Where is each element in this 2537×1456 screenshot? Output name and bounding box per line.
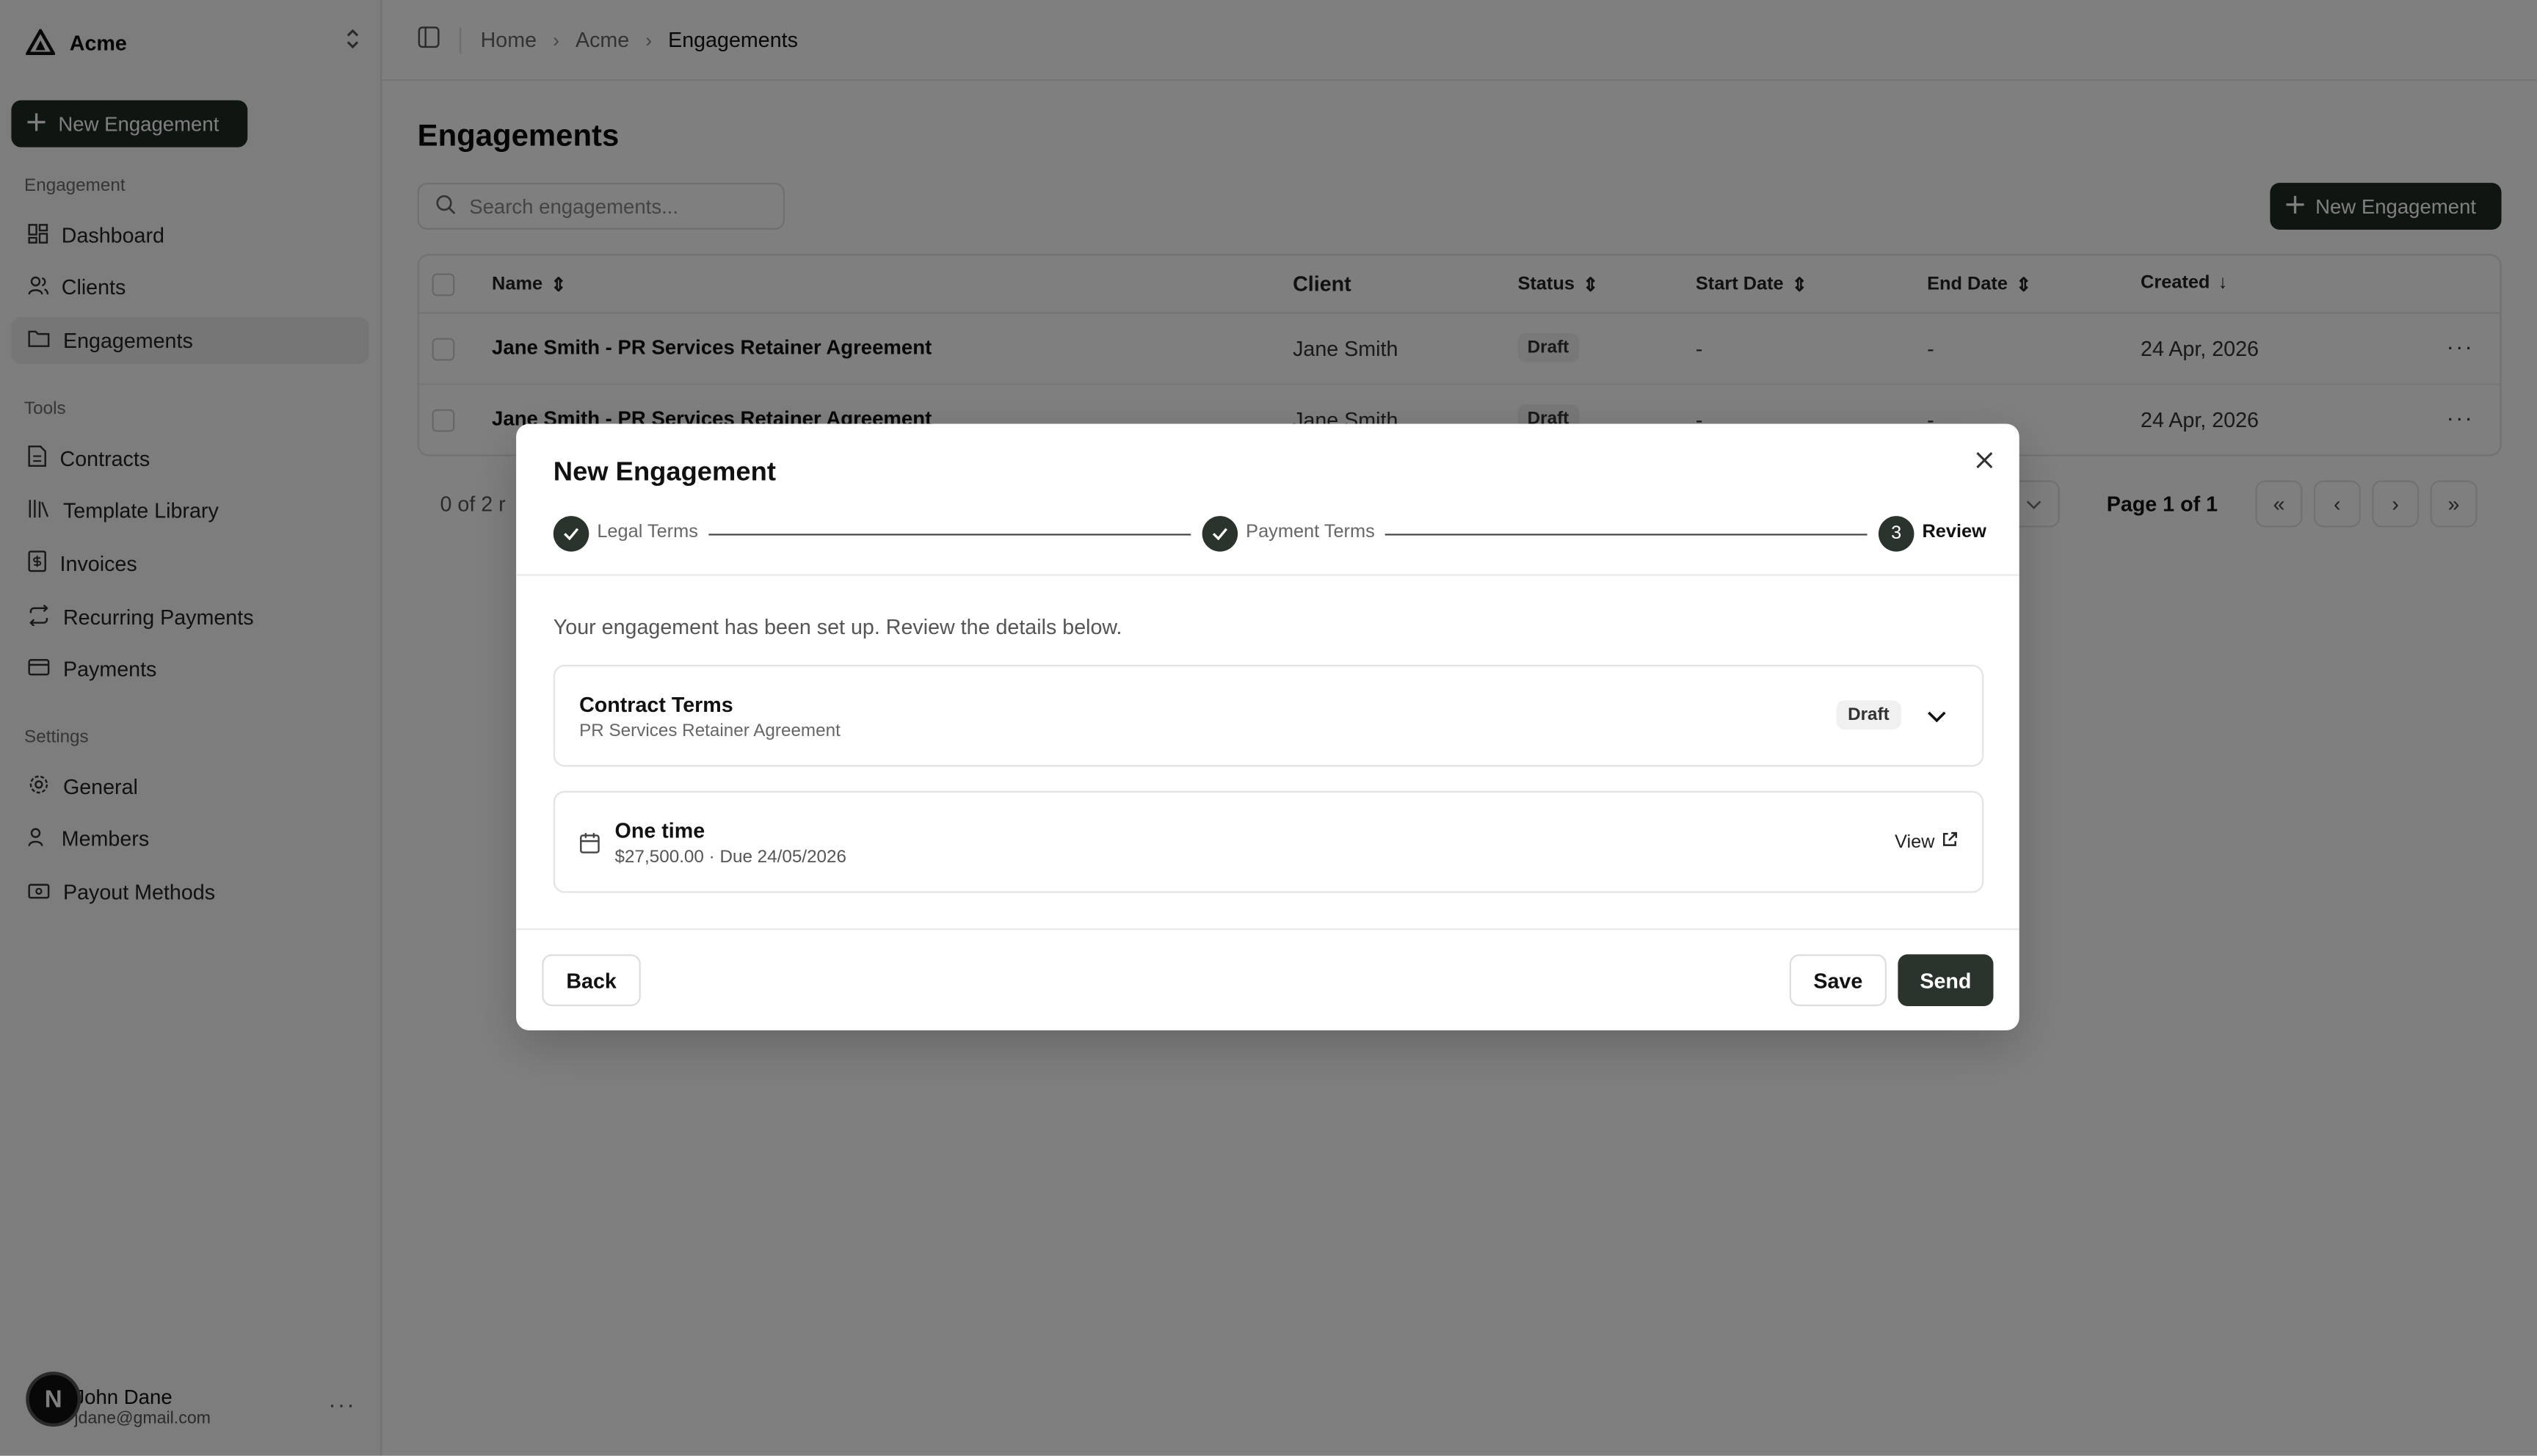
view-link[interactable]: View bbox=[1895, 831, 1957, 853]
status-badge: Draft bbox=[1836, 700, 1901, 730]
new-engagement-dialog: New Engagement Legal Terms Payment Terms… bbox=[516, 423, 2019, 1031]
divider bbox=[516, 928, 2019, 931]
divider bbox=[516, 574, 2019, 576]
contract-terms-card[interactable]: Contract Terms PR Services Retainer Agre… bbox=[553, 664, 1984, 767]
step-connector bbox=[708, 534, 1191, 536]
chevron-down-icon[interactable] bbox=[1927, 702, 1946, 732]
payment-schedule-card: One time $27,500.00 · Due 24/05/2026 Vie… bbox=[553, 790, 1984, 893]
check-icon bbox=[1202, 516, 1238, 552]
save-button[interactable]: Save bbox=[1789, 954, 1887, 1006]
card-subtitle: PR Services Retainer Agreement bbox=[579, 721, 841, 741]
step-connector bbox=[1384, 534, 1868, 536]
back-button[interactable]: Back bbox=[542, 954, 641, 1006]
step-number: 3 bbox=[1878, 516, 1914, 552]
dialog-title: New Engagement bbox=[553, 457, 776, 487]
card-subtitle: $27,500.00 · Due 24/05/2026 bbox=[614, 847, 847, 867]
external-link-icon bbox=[1941, 831, 1957, 853]
step-legal-terms: Legal Terms bbox=[597, 522, 698, 542]
card-title: One time bbox=[614, 818, 705, 843]
step-review: Review bbox=[1922, 522, 1986, 542]
check-icon bbox=[553, 516, 589, 552]
review-intro: Your engagement has been set up. Review … bbox=[553, 614, 1122, 639]
calendar-icon bbox=[579, 831, 600, 862]
step-payment-terms: Payment Terms bbox=[1246, 522, 1375, 542]
card-title: Contract Terms bbox=[579, 692, 733, 717]
close-icon[interactable] bbox=[1975, 448, 1993, 478]
send-button[interactable]: Send bbox=[1898, 954, 1994, 1006]
stepper: Legal Terms Payment Terms 3 Review bbox=[553, 516, 1986, 552]
